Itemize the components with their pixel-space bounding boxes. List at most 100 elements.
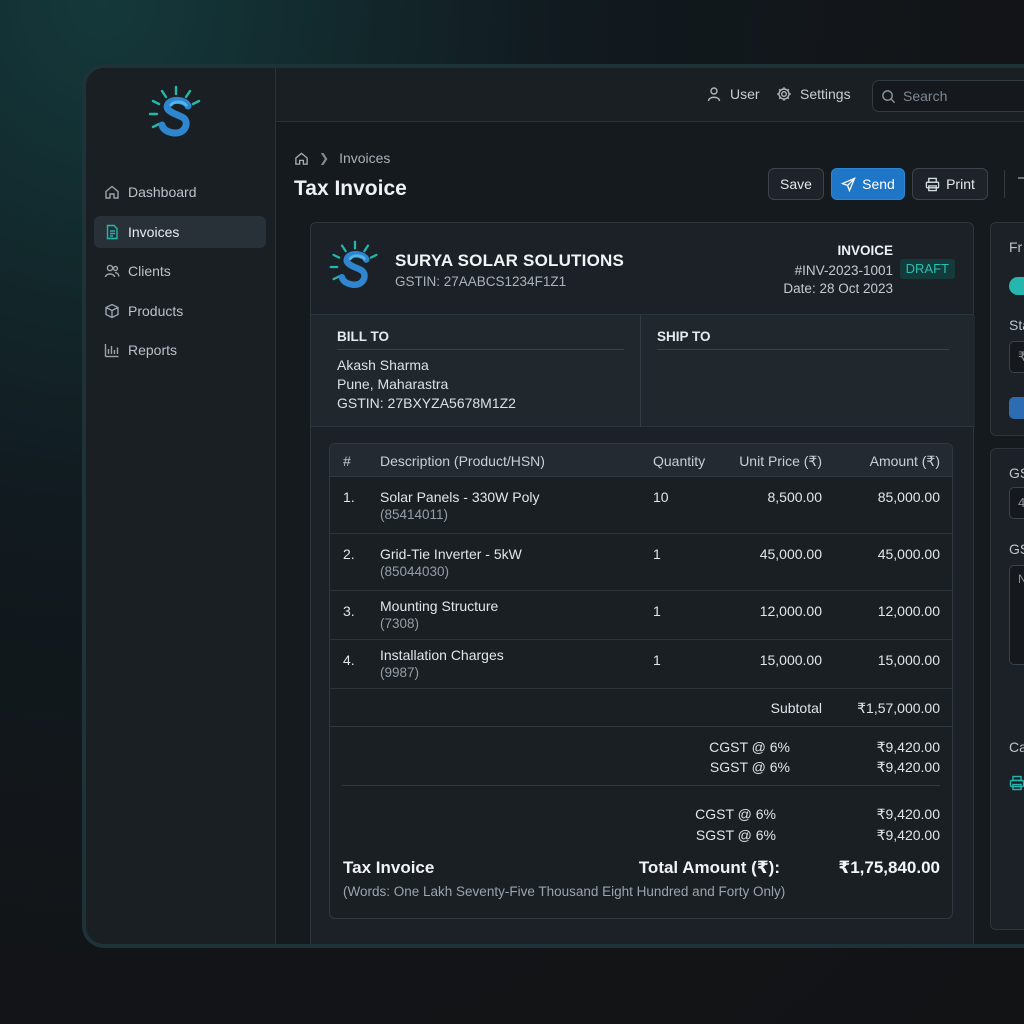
divider bbox=[342, 785, 940, 786]
toolbar-divider bbox=[1004, 170, 1005, 198]
send-label: Send bbox=[862, 176, 895, 192]
subtotal-label: Subtotal bbox=[770, 700, 822, 716]
sidebar-item-label: Clients bbox=[128, 263, 171, 279]
sidebar-item-clients[interactable]: Clients bbox=[94, 255, 266, 287]
sidebar-item-label: Dashboard bbox=[128, 184, 197, 200]
sidebar-item-dashboard[interactable]: Dashboard bbox=[94, 176, 266, 208]
sidebar-item-products[interactable]: Products bbox=[94, 295, 266, 327]
divider bbox=[657, 349, 949, 350]
breadcrumb-current[interactable]: Invoices bbox=[339, 150, 390, 166]
more-icon[interactable] bbox=[1018, 177, 1024, 179]
amount-in-words: (Words: One Lakh Seventy-Five Thousand E… bbox=[343, 884, 786, 899]
row-hsn: (85044030) bbox=[380, 564, 450, 579]
row-number: 1. bbox=[343, 489, 355, 505]
row-description: Installation Charges bbox=[380, 647, 504, 663]
sidebar-item-invoices[interactable]: Invoices bbox=[94, 215, 266, 248]
row-amount: 85,000.00 bbox=[877, 489, 940, 505]
row-unit-price: 15,000.00 bbox=[759, 652, 822, 668]
top-bar: User Settings Search bbox=[276, 68, 1024, 122]
row-amount: 15,000.00 bbox=[877, 652, 940, 668]
bill-to-section: BILL TO Akash Sharma Pune, Maharastra GS… bbox=[311, 315, 641, 427]
toggle-switch[interactable] bbox=[1009, 277, 1024, 295]
bar-chart-icon bbox=[104, 342, 120, 358]
currency-input[interactable]: ₹ bbox=[1009, 341, 1024, 373]
users-icon bbox=[104, 263, 120, 279]
invoice-label: INVOICE bbox=[837, 243, 893, 258]
gear-icon bbox=[777, 87, 791, 101]
user-label: User bbox=[730, 86, 760, 102]
app-window: Dashboard Invoices Clients Products Repo… bbox=[82, 64, 1024, 948]
panel-label: Ca bbox=[1009, 739, 1024, 755]
subtotal-value: ₹1,57,000.00 bbox=[857, 700, 940, 716]
settings-panel: Fr Sta ₹ bbox=[990, 222, 1024, 436]
breadcrumb: ❯ Invoices bbox=[294, 150, 390, 166]
apply-button[interactable] bbox=[1009, 397, 1024, 419]
row-unit-price: 8,500.00 bbox=[767, 489, 823, 505]
send-button[interactable]: Send bbox=[831, 168, 905, 200]
row-hsn: (9987) bbox=[380, 665, 420, 680]
column-header-unit-price: Unit Price (₹) bbox=[739, 453, 822, 469]
bill-to-heading: BILL TO bbox=[337, 329, 390, 344]
save-button[interactable]: Save bbox=[768, 168, 824, 200]
row-quantity: 1 bbox=[653, 546, 661, 562]
row-number: 3. bbox=[343, 603, 355, 619]
panel-label: Fr bbox=[1009, 239, 1023, 255]
box-icon bbox=[104, 303, 120, 319]
sidebar-item-label: Invoices bbox=[128, 223, 180, 240]
row-unit-price: 12,000.00 bbox=[759, 603, 822, 619]
row-number: 2. bbox=[343, 546, 355, 562]
panel-label: GS bbox=[1009, 541, 1024, 557]
invoice-date: Date: 28 Oct 2023 bbox=[783, 281, 893, 296]
sgst-label: SGST @ 6% bbox=[709, 759, 790, 775]
gst-notes-input[interactable]: N bbox=[1009, 565, 1024, 665]
sidebar: Dashboard Invoices Clients Products Repo… bbox=[86, 68, 276, 944]
company-logo bbox=[329, 240, 378, 288]
sgst-value: ₹9,420.00 bbox=[876, 827, 940, 843]
sidebar-item-reports[interactable]: Reports bbox=[94, 334, 266, 366]
user-icon bbox=[707, 87, 721, 102]
divider bbox=[337, 349, 624, 350]
print-button[interactable]: Print bbox=[912, 168, 988, 200]
sidebar-nav: Dashboard Invoices Clients Products Repo… bbox=[94, 176, 266, 374]
row-amount: 12,000.00 bbox=[877, 603, 940, 619]
invoice-card: SURYA SOLAR SOLUTIONS GSTIN: 27AABCS1234… bbox=[310, 222, 975, 944]
row-unit-price: 45,000.00 bbox=[759, 546, 822, 562]
cgst-value: ₹9,420.00 bbox=[876, 806, 940, 822]
table-row[interactable]: 3. Mounting Structure (7308) 1 12,000.00… bbox=[330, 591, 952, 640]
home-icon[interactable] bbox=[294, 151, 309, 166]
printer-icon[interactable] bbox=[1009, 775, 1024, 791]
cgst-label: CGST @ 6% bbox=[695, 806, 776, 822]
table-row[interactable]: 1. Solar Panels - 330W Poly (85414011) 1… bbox=[330, 477, 952, 534]
send-icon bbox=[841, 176, 856, 192]
main-content: ❯ Invoices Tax Invoice Save Send Print S… bbox=[276, 122, 1024, 944]
user-menu[interactable]: User bbox=[706, 86, 760, 102]
row-description: Grid-Tie Inverter - 5kW bbox=[380, 546, 522, 562]
settings-menu[interactable]: Settings bbox=[776, 86, 851, 102]
total-amount-value: ₹1,75,840.00 bbox=[838, 858, 940, 877]
search-placeholder: Search bbox=[903, 88, 948, 104]
column-header-quantity: Quantity bbox=[653, 453, 706, 469]
panel-label: Sta bbox=[1009, 317, 1024, 333]
search-input[interactable]: Search bbox=[872, 80, 1024, 112]
gst-rate-input[interactable]: 4 bbox=[1009, 487, 1024, 519]
table-header: # Description (Product/HSN) Quantity Uni… bbox=[330, 444, 952, 477]
invoice-number: #INV-2023-1001 bbox=[794, 263, 893, 278]
row-hsn: (7308) bbox=[380, 616, 420, 631]
home-icon bbox=[104, 184, 120, 200]
row-hsn: (85414011) bbox=[380, 507, 449, 522]
settings-label: Settings bbox=[800, 86, 851, 102]
column-header-description: Description (Product/HSN) bbox=[380, 453, 545, 469]
sgst-value: ₹9,420.00 bbox=[876, 759, 940, 775]
table-row[interactable]: 4. Installation Charges (9987) 1 15,000.… bbox=[330, 640, 952, 689]
total-amount-label: Total Amount (₹): bbox=[638, 858, 780, 877]
company-logo bbox=[148, 85, 201, 137]
ship-to-heading: SHIP TO bbox=[657, 329, 711, 344]
company-gstin: GSTIN: 27AABCS1234F1Z1 bbox=[395, 274, 567, 289]
print-label: Print bbox=[946, 176, 975, 192]
row-amount: 45,000.00 bbox=[877, 546, 940, 562]
save-label: Save bbox=[780, 176, 812, 192]
row-description: Mounting Structure bbox=[380, 598, 499, 614]
line-items-table: # Description (Product/HSN) Quantity Uni… bbox=[329, 443, 953, 919]
table-row[interactable]: 2. Grid-Tie Inverter - 5kW (85044030) 1 … bbox=[330, 534, 952, 591]
document-icon bbox=[104, 224, 120, 240]
